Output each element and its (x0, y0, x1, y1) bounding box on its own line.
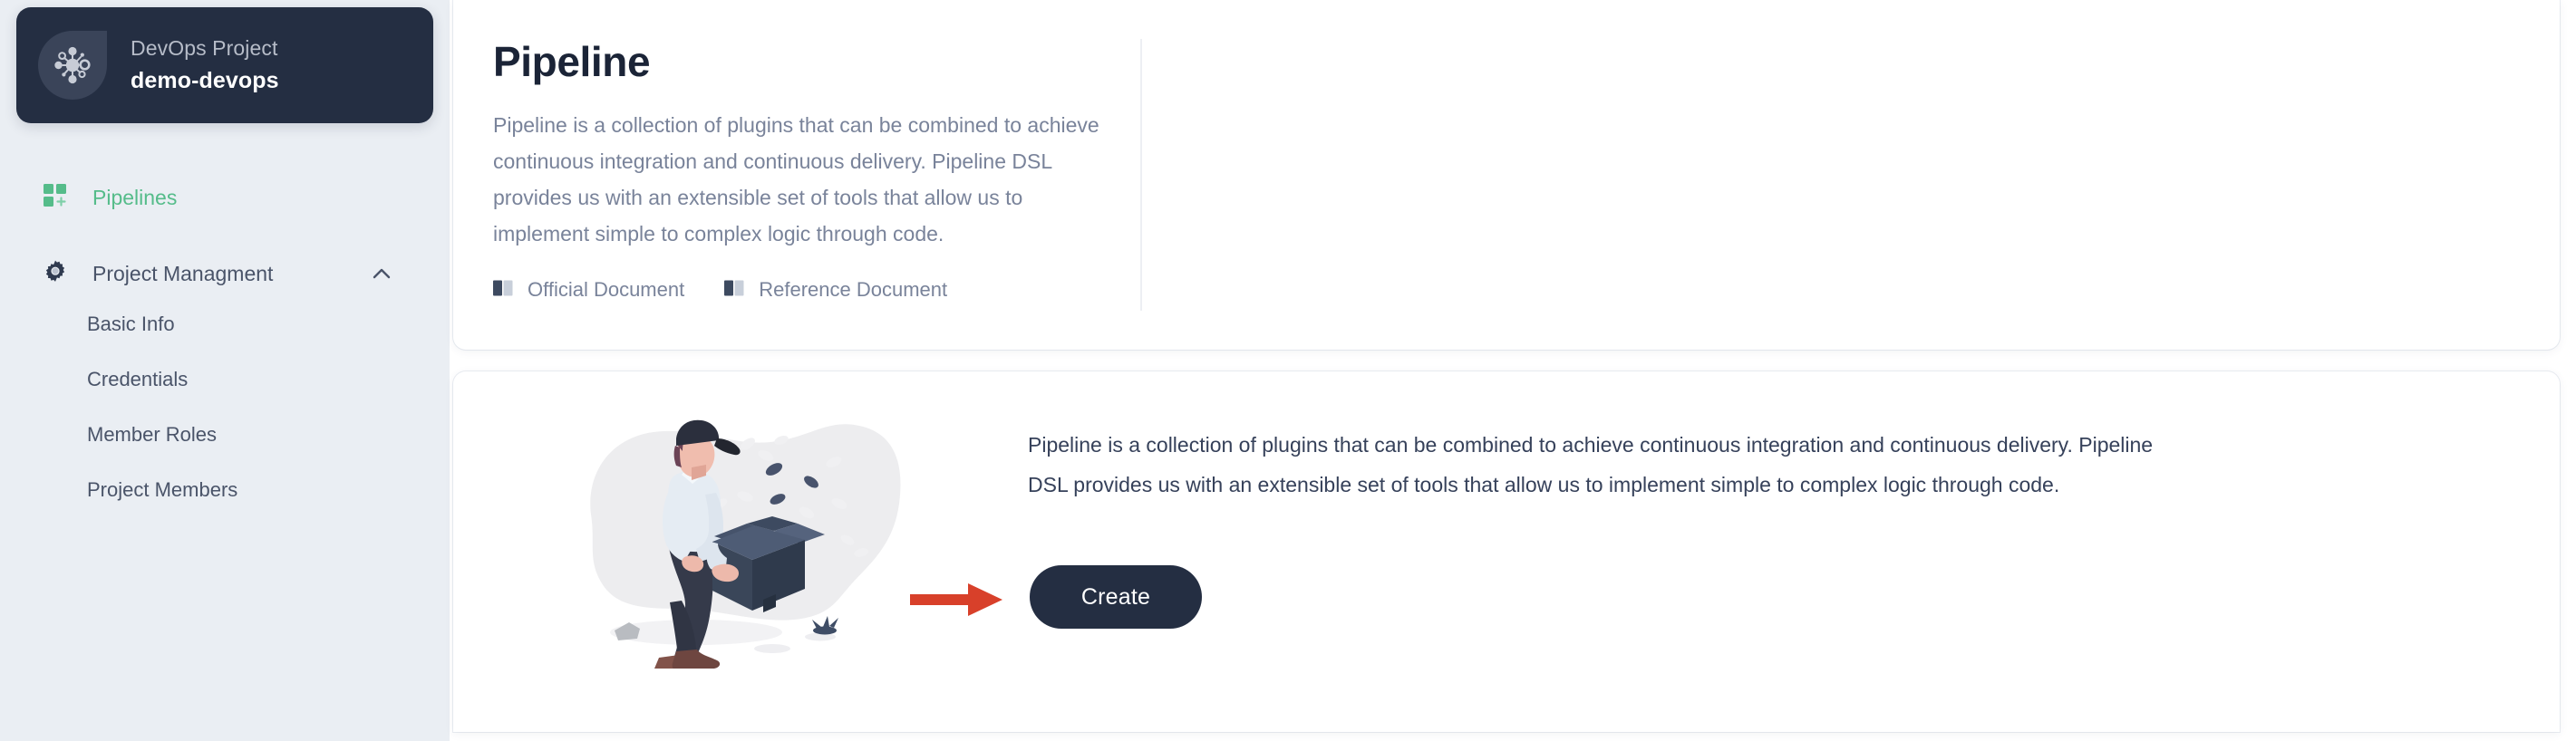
grid-add-icon (44, 183, 67, 212)
network-nodes-icon (38, 31, 107, 100)
sidebar-item-project-managment[interactable]: Project Managment (0, 254, 450, 294)
person-holding-open-box-illustration (580, 406, 915, 669)
project-subtitle: DevOps Project (131, 36, 278, 60)
vertical-divider (1140, 39, 1142, 311)
page-root: DevOps Project demo-devops Pipelines Pro… (0, 0, 2576, 741)
empty-state-description: Pipeline is a collection of plugins that… (1028, 433, 2154, 496)
document-link-label: Reference Document (759, 278, 948, 301)
sidebar: DevOps Project demo-devops Pipelines Pro… (0, 0, 450, 741)
pipeline-intro-card: Pipeline Pipeline is a collection of plu… (453, 0, 2560, 350)
sidebar-subitem-basic-info[interactable]: Basic Info (87, 306, 450, 342)
pipeline-empty-state-card: Pipeline is a collection of plugins that… (453, 371, 2560, 732)
document-links: Official Document Reference Document (493, 276, 987, 303)
sidebar-subitem-credentials[interactable]: Credentials (87, 361, 450, 398)
main-content: Pipeline Pipeline is a collection of plu… (450, 0, 2576, 741)
page-title: Pipeline (493, 38, 651, 85)
chevron-up-icon[interactable] (370, 263, 393, 286)
sidebar-subitem-project-members[interactable]: Project Members (87, 472, 450, 508)
intro-description: Pipeline is a collection of plugins that… (493, 113, 1099, 245)
red-right-arrow-annotation (906, 578, 1008, 621)
sidebar-item-label: Pipelines (92, 186, 178, 209)
sidebar-item-pipelines[interactable]: Pipelines (0, 178, 450, 217)
project-meta: DevOps Project demo-devops (131, 34, 279, 96)
gear-icon (44, 260, 67, 288)
create-button[interactable]: Create (1030, 565, 1202, 629)
sidebar-subitem-member-roles[interactable]: Member Roles (87, 417, 450, 453)
document-link-label: Official Document (528, 278, 685, 301)
project-name: demo-devops (131, 68, 279, 93)
book-icon (493, 280, 513, 301)
project-selector-card[interactable]: DevOps Project demo-devops (16, 7, 433, 123)
sidebar-item-label: Project Managment (92, 262, 274, 285)
official-document-link[interactable]: Official Document (493, 276, 684, 303)
reference-document-link[interactable]: Reference Document (724, 276, 947, 303)
book-icon (724, 280, 744, 301)
